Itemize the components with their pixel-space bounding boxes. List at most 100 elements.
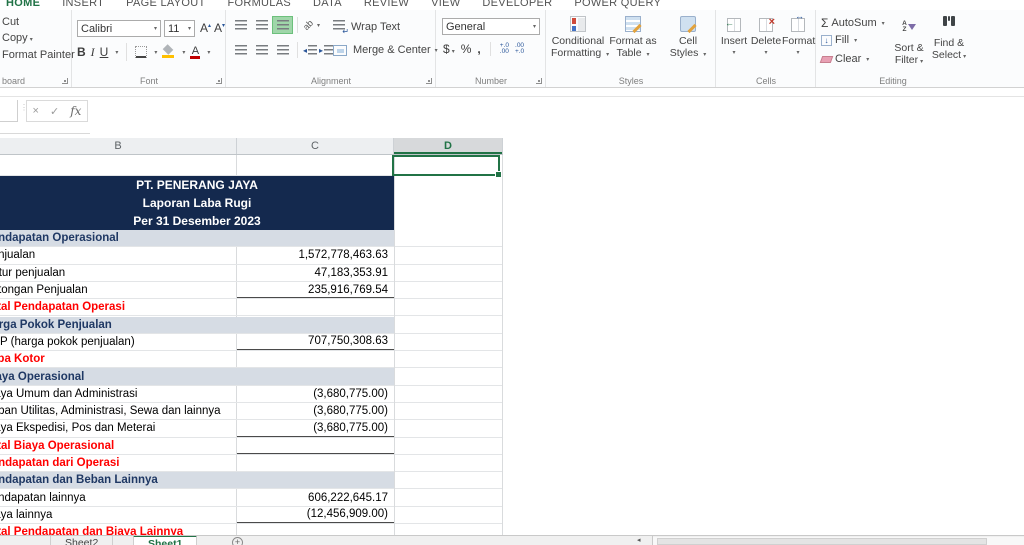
- sheet-row[interactable]: Penjualan 1,572,778,463.63: [0, 247, 503, 265]
- ribbon-tab-home[interactable]: HOME: [6, 0, 40, 9]
- align-right-button[interactable]: [273, 42, 292, 58]
- column-header-d[interactable]: D: [394, 138, 503, 154]
- value-cell[interactable]: [237, 351, 394, 367]
- align-center-button[interactable]: [252, 42, 271, 58]
- font-size-combo[interactable]: 11 ▾: [164, 20, 195, 37]
- cancel-icon[interactable]: ×: [33, 105, 39, 117]
- format-cells-button[interactable]: Format ▾: [782, 11, 815, 56]
- align-middle-button[interactable]: [252, 17, 271, 33]
- horizontal-scrollbar[interactable]: [653, 537, 1024, 545]
- sheet-row[interactable]: Biaya lainnya (12,456,909.00): [0, 507, 503, 525]
- increase-decimal-button[interactable]: +.0.00: [500, 42, 509, 56]
- accounting-format-button[interactable]: $ ▾: [443, 42, 455, 56]
- sheet-tab-sheet2[interactable]: Sheet2: [50, 536, 114, 545]
- new-sheet-icon[interactable]: +: [232, 537, 243, 545]
- enter-check-icon[interactable]: ✓: [50, 105, 59, 118]
- shrink-font-button[interactable]: A▾: [214, 21, 225, 35]
- autosum-button[interactable]: Σ AutoSum ▾: [821, 16, 885, 30]
- sheet-row[interactable]: Laporan Laba Rugi: [0, 194, 503, 212]
- value-cell[interactable]: 47,183,353.91: [237, 265, 394, 281]
- italic-button[interactable]: I: [91, 45, 95, 60]
- cut-button[interactable]: Cut: [2, 16, 19, 28]
- value-cell[interactable]: (12,456,909.00): [237, 507, 394, 524]
- insert-function-icon[interactable]: fx: [70, 104, 81, 118]
- format-as-table-button[interactable]: Format as Table ▾: [606, 14, 660, 61]
- clipboard-dialog-launcher-icon[interactable]: [62, 78, 68, 84]
- label-cell[interactable]: Retur penjualan: [0, 265, 237, 281]
- sheet-row[interactable]: Retur penjualan 47,183,353.91: [0, 265, 503, 282]
- selected-cell-outline[interactable]: [392, 155, 502, 178]
- delete-cells-button[interactable]: Delete ▾: [750, 16, 782, 56]
- insert-cells-button[interactable]: Insert ▾: [718, 18, 750, 56]
- value-cell[interactable]: (3,680,775.00): [237, 386, 394, 402]
- ribbon-tab-insert[interactable]: INSERT: [62, 0, 104, 9]
- name-box[interactable]: [0, 100, 18, 122]
- ribbon-tab-review[interactable]: REVIEW: [364, 0, 409, 9]
- sheet-row[interactable]: Biaya Umum dan Administrasi (3,680,775.00…: [0, 386, 503, 403]
- font-name-combo[interactable]: Calibri ▾: [77, 20, 161, 37]
- align-top-button[interactable]: [231, 17, 250, 33]
- ribbon-tab-power-query[interactable]: POWER QUERY: [574, 0, 661, 9]
- label-cell[interactable]: Pendapatan lainnya: [0, 490, 237, 506]
- number-format-combo[interactable]: General ▾: [442, 18, 540, 35]
- value-cell[interactable]: 1,572,778,463.63: [237, 247, 394, 263]
- merge-center-button[interactable]: Merge & Center ▾: [333, 44, 438, 56]
- sheet-row[interactable]: Pendapatan dan Beban Lainnya: [0, 472, 503, 490]
- label-cell[interactable]: Potongan Penjualan: [0, 282, 237, 298]
- sheet-row[interactable]: Biaya Operasional: [0, 368, 503, 386]
- copy-button[interactable]: Copy ▾: [2, 32, 33, 44]
- increase-indent-button[interactable]: ▸: [319, 45, 334, 55]
- sheet-row[interactable]: Total Pendapatan Operasi: [0, 299, 503, 317]
- conditional-formatting-button[interactable]: Conditional Formatting ▾: [551, 14, 609, 61]
- alignment-dialog-launcher-icon[interactable]: [426, 78, 432, 84]
- sheet-row[interactable]: Beban Utilitas, Administrasi, Sewa dan l…: [0, 403, 503, 421]
- section-cell[interactable]: Pendapatan dan Beban Lainnya: [0, 472, 394, 489]
- sheet-row[interactable]: Pendapatan dari Operasi: [0, 455, 503, 473]
- label-cell[interactable]: Penjualan: [0, 247, 237, 263]
- borders-icon[interactable]: [135, 46, 148, 58]
- section-cell[interactable]: Pendapatan Operasional: [0, 230, 394, 247]
- value-cell[interactable]: [237, 438, 394, 454]
- ribbon-tab-data[interactable]: DATA: [313, 0, 342, 9]
- value-cell[interactable]: [237, 155, 394, 175]
- bold-button[interactable]: B: [77, 45, 86, 59]
- ribbon-tab-formulas[interactable]: FORMULAS: [227, 0, 291, 9]
- value-cell[interactable]: 707,750,308.63: [237, 334, 394, 351]
- sheet-row[interactable]: Per 31 Desember 2023: [0, 212, 503, 230]
- scroll-left-icon[interactable]: ◂: [637, 536, 641, 544]
- sheet-row[interactable]: PT. PENERANG JAYA: [0, 176, 503, 194]
- comma-style-button[interactable]: ,: [477, 42, 480, 56]
- percent-style-button[interactable]: %: [461, 42, 472, 56]
- sheet-row[interactable]: Pendapatan Operasional: [0, 230, 503, 248]
- label-cell[interactable]: Total Pendapatan Operasi: [0, 299, 237, 315]
- value-cell[interactable]: (3,680,775.00): [237, 420, 394, 437]
- font-dialog-launcher-icon[interactable]: [216, 78, 222, 84]
- wrap-text-button[interactable]: Wrap Text: [333, 20, 400, 36]
- fill-color-icon[interactable]: [162, 46, 175, 58]
- column-header-b[interactable]: B: [0, 138, 237, 154]
- underline-button[interactable]: U: [100, 45, 109, 59]
- value-cell[interactable]: 235,916,769.54: [237, 282, 394, 299]
- label-cell[interactable]: Biaya Ekspedisi, Pos dan Meterai: [0, 420, 237, 436]
- label-cell[interactable]: Laba Kotor: [0, 351, 237, 367]
- ribbon-tab-view[interactable]: VIEW: [431, 0, 460, 9]
- decrease-indent-button[interactable]: ◂: [303, 45, 318, 55]
- label-cell[interactable]: HPP (harga pokok penjualan): [0, 334, 237, 350]
- sheet-row[interactable]: Total Biaya Operasional: [0, 438, 503, 455]
- font-color-icon[interactable]: A: [190, 45, 200, 59]
- sort-filter-button[interactable]: AZ Sort & Filter ▾: [889, 16, 929, 68]
- formula-input[interactable]: [90, 97, 1024, 134]
- sheet-row[interactable]: Harga Pokok Penjualan: [0, 316, 503, 334]
- sheet-tab-sheet1[interactable]: Sheet1: [133, 536, 198, 545]
- title-cell[interactable]: Laporan Laba Rugi: [0, 194, 394, 212]
- fill-button[interactable]: ↓ Fill ▾: [821, 34, 857, 46]
- column-header-c[interactable]: C: [237, 138, 394, 154]
- cell-styles-button[interactable]: Cell Styles ▾: [661, 14, 715, 61]
- value-cell[interactable]: 606,222,645.17: [237, 490, 394, 506]
- title-cell[interactable]: PT. PENERANG JAYA: [0, 176, 394, 194]
- label-cell[interactable]: Beban Utilitas, Administrasi, Sewa dan l…: [0, 403, 237, 419]
- label-cell[interactable]: Total Biaya Operasional: [0, 438, 237, 454]
- label-cell[interactable]: Biaya Umum dan Administrasi: [0, 386, 237, 402]
- ribbon-tab-page-layout[interactable]: PAGE LAYOUT: [126, 0, 205, 9]
- scrollbar-thumb[interactable]: [657, 538, 987, 545]
